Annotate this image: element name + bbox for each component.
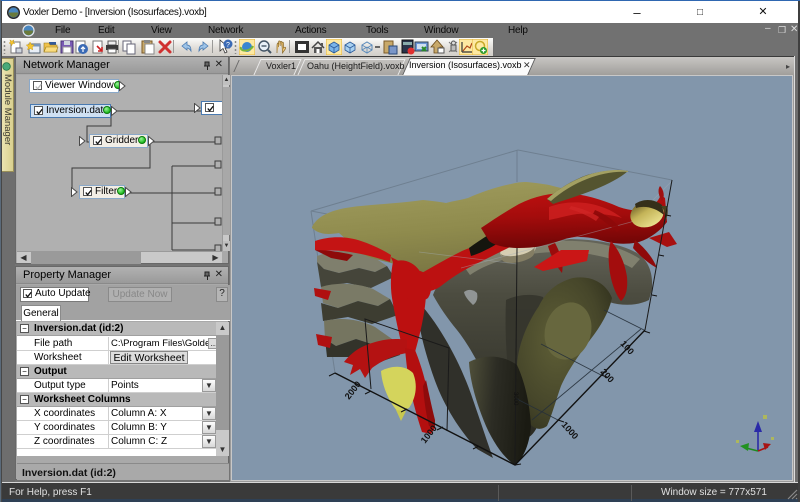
svg-text:2000: 2000 bbox=[343, 379, 363, 401]
svg-text:200: 200 bbox=[599, 367, 616, 385]
svg-text:1000: 1000 bbox=[560, 420, 581, 442]
svg-text:3000: 3000 bbox=[512, 392, 518, 406]
svg-text:?: ? bbox=[226, 42, 230, 49]
